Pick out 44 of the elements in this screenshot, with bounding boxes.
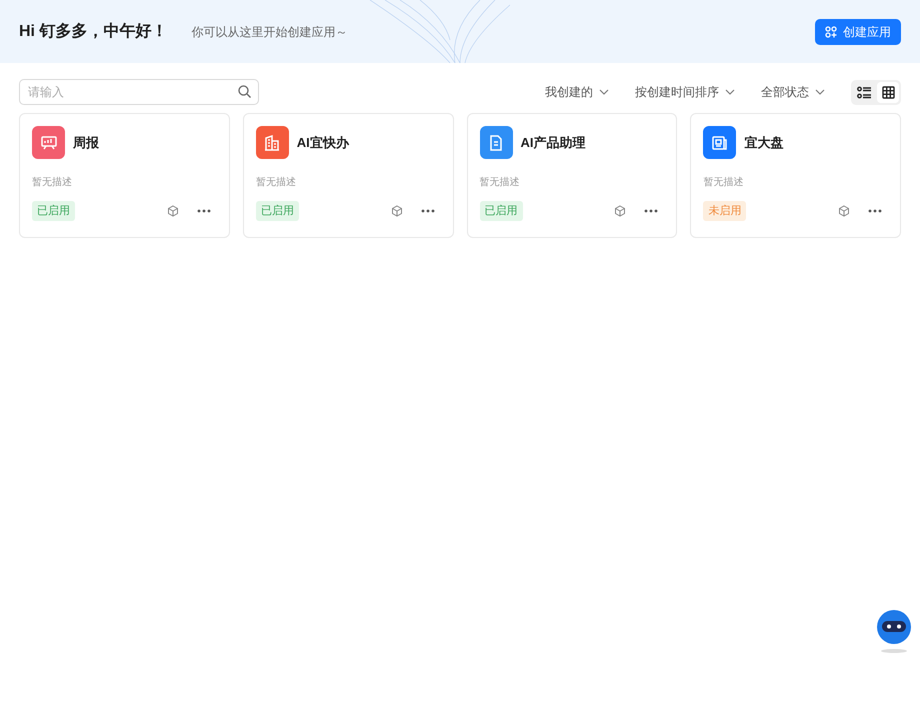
app-name: 宜大盘 [744, 134, 784, 152]
cube-icon[interactable] [614, 204, 626, 217]
cube-icon[interactable] [166, 204, 179, 217]
subtitle-text: 你可以从这里开始创建应用～ [191, 24, 348, 40]
more-button[interactable] [418, 208, 436, 213]
app-description: 暂无描述 [703, 176, 744, 190]
status-tag: 已启用 [480, 200, 522, 221]
apps-icon [825, 26, 837, 38]
status-tag: 已启用 [256, 200, 299, 221]
app-description: 暂无描述 [480, 176, 520, 190]
app-name: 周报 [73, 134, 99, 152]
more-button[interactable] [866, 208, 884, 213]
filter-dropdown[interactable]: 我创建的 [545, 83, 609, 101]
assistant-robot-icon[interactable] [876, 610, 912, 654]
more-icon [196, 208, 211, 213]
app-card[interactable]: 周报 暂无描述 已启用 [19, 113, 230, 238]
app-description: 暂无描述 [32, 176, 73, 190]
cube-icon[interactable] [838, 204, 850, 217]
more-button[interactable] [642, 208, 660, 213]
grid-view-toggle[interactable] [877, 82, 899, 102]
list-view-icon [857, 86, 871, 98]
status-tag: 未启用 [703, 200, 746, 221]
more-icon [644, 208, 658, 213]
app-description: 暂无描述 [256, 176, 297, 190]
chevron-down-icon [815, 89, 825, 95]
status-tag: 已启用 [32, 200, 75, 221]
greeting-text: Hi 钉多多，中午好！ [19, 22, 168, 42]
create-app-button[interactable]: 创建应用 [815, 18, 901, 44]
search-field[interactable]: 请输入 [19, 79, 259, 105]
app-card[interactable]: 宜大盘 暂无描述 未启用 [690, 113, 901, 238]
more-button[interactable] [194, 208, 213, 213]
search-icon [238, 85, 251, 98]
filter-dropdown[interactable]: 全部状态 [761, 83, 825, 101]
chevron-down-icon [599, 89, 609, 95]
grid-view-icon [882, 86, 894, 98]
chevron-down-icon [725, 89, 735, 95]
cube-icon[interactable] [390, 204, 402, 217]
more-icon [420, 208, 434, 213]
app-name: AI产品助理 [520, 134, 586, 152]
app-name: AI宜快办 [296, 134, 349, 152]
more-icon [868, 208, 882, 213]
app-card[interactable]: AI宜快办 暂无描述 已启用 [242, 113, 454, 238]
app-card[interactable]: AI产品助理 暂无描述 已启用 [466, 113, 678, 238]
filter-dropdown[interactable]: 按创建时间排序 [635, 83, 735, 101]
